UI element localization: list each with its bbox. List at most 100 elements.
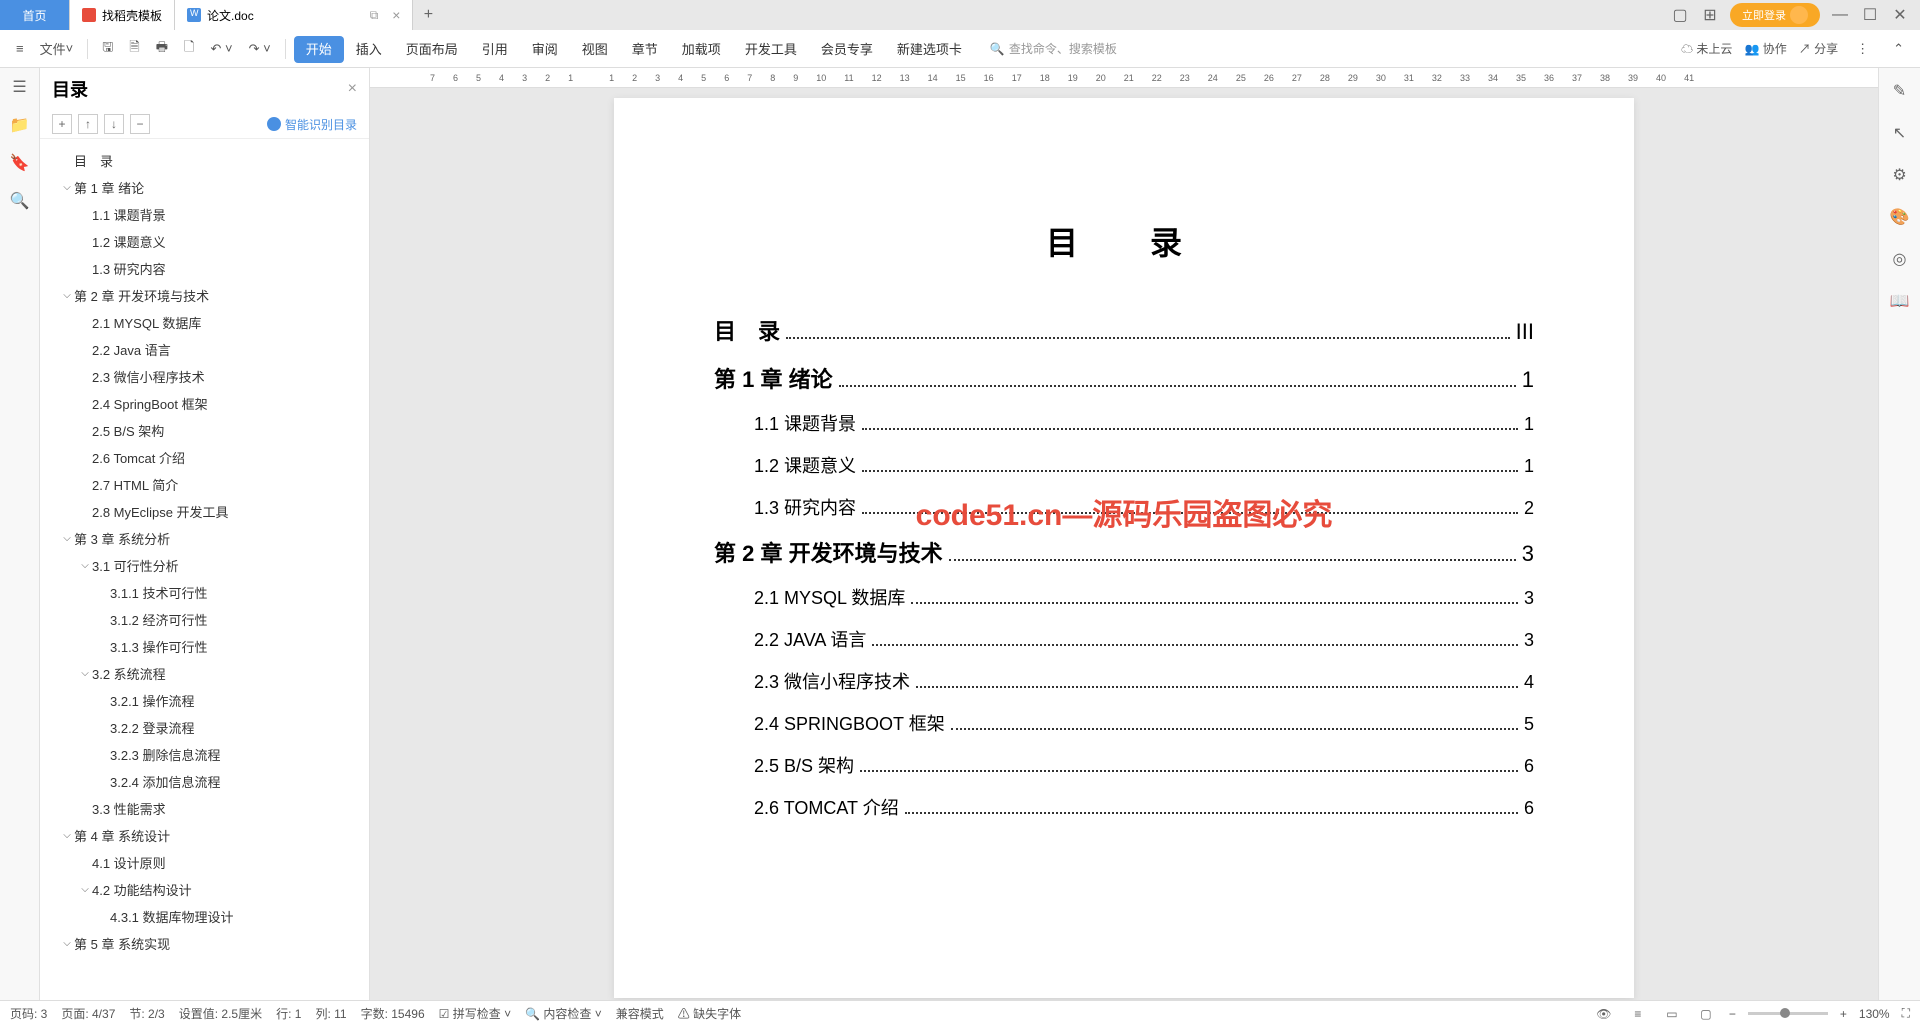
outline-tool-up[interactable]: ↑ [78,114,98,134]
toc-line[interactable]: 第 2 章 开发环境与技术3 [714,536,1534,568]
collapse-icon[interactable]: ⌃ [1887,37,1910,61]
outline-item[interactable]: 4.1 设计原则 [40,849,369,876]
status-content-check[interactable]: 🔍 内容检查 ˅ [525,1005,602,1022]
window-close-icon[interactable]: ✕ [1890,5,1910,25]
more-icon[interactable]: ⋮ [1850,37,1875,61]
chevron-down-icon[interactable]: ⌵ [60,182,74,193]
outline-item[interactable]: 2.1 MYSQL 数据库 [40,309,369,336]
outline-item[interactable]: 3.3 性能需求 [40,795,369,822]
chevron-down-icon[interactable]: ⌵ [78,884,92,895]
apps-icon[interactable]: ⊞ [1700,5,1720,25]
status-compat[interactable]: 兼容模式 [616,1005,664,1022]
chevron-down-icon[interactable]: ⌵ [78,560,92,571]
print-preview-icon[interactable]: 🗋 [178,34,200,64]
print-icon[interactable]: 🖶 [150,34,174,64]
share-button[interactable]: ↗ 分享 [1799,40,1838,57]
view-book-icon[interactable]: ▭ [1661,1003,1683,1025]
outline-item[interactable]: ⌵3.2 系统流程 [40,660,369,687]
chevron-down-icon[interactable]: ⌵ [60,938,74,949]
outline-item[interactable]: ⌵4.2 功能结构设计 [40,876,369,903]
chevron-down-icon[interactable]: ⌵ [60,290,74,301]
outline-item[interactable]: 3.1.3 操作可行性 [40,633,369,660]
redo-icon[interactable]: ↷ ˅ [243,37,277,61]
ribbon-tab-10[interactable]: 新建选项卡 [885,36,974,63]
cloud-button[interactable]: ☁ 未上云 [1681,40,1732,57]
ribbon-tab-2[interactable]: 页面布局 [394,36,470,63]
save-icon[interactable]: 🖫 [96,34,119,64]
file-menu[interactable]: 文件 ˅ [34,35,80,62]
undo-icon[interactable]: ↶ ˅ [204,37,238,61]
style-icon[interactable]: 🎨 [1889,206,1911,228]
outline-item[interactable]: 1.2 课题意义 [40,228,369,255]
chevron-down-icon[interactable]: ⌵ [78,668,92,679]
toc-line[interactable]: 2.5 B/S 架构6 [714,752,1534,778]
outline-item[interactable]: 2.8 MyEclipse 开发工具 [40,498,369,525]
status-missing-font[interactable]: ⚠ 缺失字体 [678,1005,741,1022]
tab-document[interactable]: 论文.doc ⧉ × [175,0,413,30]
view-web-icon[interactable]: ▢ [1695,1003,1717,1025]
target-icon[interactable]: ◎ [1889,248,1911,270]
zoom-out-icon[interactable]: − [1729,1007,1736,1021]
toc-line[interactable]: 2.2 JAVA 语言3 [714,626,1534,652]
outline-item[interactable]: 2.3 微信小程序技术 [40,363,369,390]
outline-item[interactable]: 1.3 研究内容 [40,255,369,282]
outline-item[interactable]: 3.2.4 添加信息流程 [40,768,369,795]
outline-tool-add[interactable]: + [52,114,72,134]
ribbon-tab-6[interactable]: 章节 [620,36,670,63]
status-row[interactable]: 行: 1 [276,1005,301,1022]
collab-button[interactable]: 👥 协作 [1744,40,1786,57]
zoom-slider[interactable] [1748,1012,1828,1015]
menu-icon[interactable]: ≡ [10,37,30,60]
search-rail-icon[interactable]: 🔍 [9,190,31,212]
settings-icon[interactable]: ⚙ [1889,164,1911,186]
view-eye-icon[interactable]: 👁 [1593,1003,1615,1025]
folder-icon[interactable]: 📁 [9,114,31,136]
fit-icon[interactable]: ⛶ [1902,1006,1910,1021]
ribbon-tab-5[interactable]: 视图 [570,36,620,63]
document-area[interactable]: 7654321123456789101112131415161718192021… [370,68,1878,1000]
ribbon-tab-0[interactable]: 开始 [294,36,344,63]
outline-item[interactable]: ⌵第 5 章 系统实现 [40,930,369,957]
ribbon-tab-4[interactable]: 审阅 [520,36,570,63]
zoom-in-icon[interactable]: + [1840,1007,1847,1021]
outline-tool-remove[interactable]: − [130,114,150,134]
toc-line[interactable]: 2.1 MYSQL 数据库3 [714,584,1534,610]
ribbon-tab-9[interactable]: 会员专享 [809,36,885,63]
toc-line[interactable]: 第 1 章 绪论1 [714,362,1534,394]
tab-template[interactable]: 找稻壳模板 [70,0,175,30]
close-icon[interactable]: × [392,7,400,23]
toc-line[interactable]: 1.2 课题意义1 [714,452,1534,478]
toc-line[interactable]: 2.3 微信小程序技术4 [714,668,1534,694]
bookmark-icon[interactable]: 🔖 [9,152,31,174]
outline-item[interactable]: ⌵3.1 可行性分析 [40,552,369,579]
outline-item[interactable]: 2.5 B/S 架构 [40,417,369,444]
outline-item[interactable]: ⌵第 3 章 系统分析 [40,525,369,552]
popout-icon[interactable]: ⧉ [370,8,379,23]
chevron-down-icon[interactable]: ⌵ [60,533,74,544]
search-box[interactable]: 🔍 查找命令、搜索模板 [990,40,1117,57]
tab-add[interactable]: + [413,0,443,30]
outline-item[interactable]: 目 录 [40,147,369,174]
toc-line[interactable]: 1.3 研究内容2 [714,494,1534,520]
status-section[interactable]: 节: 2/3 [129,1005,164,1022]
outline-close-icon[interactable]: × [348,80,357,98]
outline-item[interactable]: 2.6 Tomcat 介绍 [40,444,369,471]
save-as-icon[interactable]: 🗎 [123,34,145,64]
ruler[interactable]: 7654321123456789101112131415161718192021… [370,68,1878,88]
maximize-icon[interactable]: ☐ [1860,5,1880,25]
outline-tool-down[interactable]: ↓ [104,114,124,134]
zoom-value[interactable]: 130% [1859,1007,1890,1021]
outline-item[interactable]: ⌵第 2 章 开发环境与技术 [40,282,369,309]
outline-item[interactable]: 2.2 Java 语言 [40,336,369,363]
outline-item[interactable]: 3.1.1 技术可行性 [40,579,369,606]
outline-item[interactable]: ⌵第 1 章 绪论 [40,174,369,201]
status-words[interactable]: 字数: 15496 [361,1005,425,1022]
login-button[interactable]: 立即登录 [1730,3,1820,27]
outline-item[interactable]: 3.1.2 经济可行性 [40,606,369,633]
ribbon-tab-8[interactable]: 开发工具 [733,36,809,63]
outline-item[interactable]: 3.2.3 删除信息流程 [40,741,369,768]
toc-line[interactable]: 2.6 TOMCAT 介绍6 [714,794,1534,820]
outline-item[interactable]: 2.7 HTML 简介 [40,471,369,498]
outline-icon[interactable]: ☰ [9,76,31,98]
outline-item[interactable]: 4.3.1 数据库物理设计 [40,903,369,930]
